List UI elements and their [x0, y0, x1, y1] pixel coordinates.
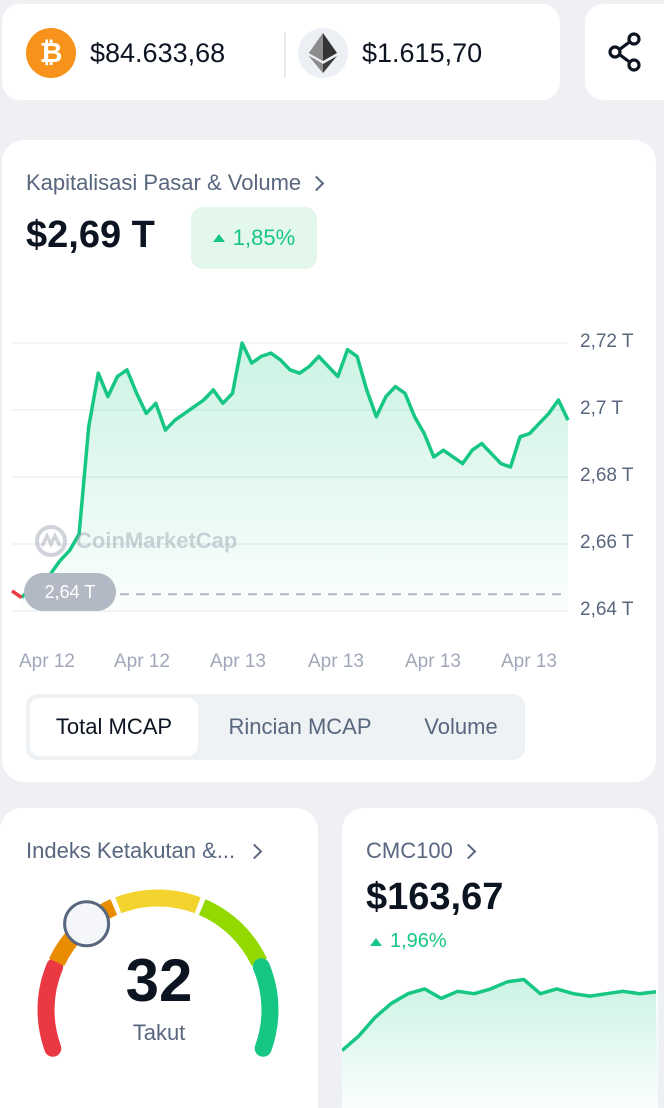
tab-volume[interactable]: Volume [402, 698, 520, 756]
x-tick: Apr 12 [19, 651, 75, 672]
tab-rincian-mcap[interactable]: Rincian MCAP [210, 698, 390, 756]
chevron-right-icon [308, 175, 325, 191]
y-tick: 2,66 T [580, 532, 634, 553]
fear-greed-value: 32 [125, 947, 193, 1014]
ethereum-icon [298, 28, 348, 78]
x-tick: Apr 13 [308, 651, 364, 672]
y-tick: 2,7 T [580, 398, 623, 419]
bitcoin-icon: ₿ [26, 28, 76, 78]
cmc100-value: $163,67 [366, 876, 504, 918]
cmc100-title[interactable]: CMC100 [366, 838, 477, 864]
price-ticker-bar[interactable]: ₿ $84.633,68 $1.615,70 [2, 4, 560, 100]
market-cap-title-text: Kapitalisasi Pasar & Volume [26, 170, 302, 195]
cmc100-change-text: 1,96% [390, 930, 447, 952]
coinmarketcap-logo-icon [35, 525, 67, 557]
coinmarketcap-watermark: CoinMarketCap [34, 524, 237, 558]
x-tick: Apr 13 [210, 651, 266, 672]
x-tick: Apr 13 [405, 651, 461, 672]
y-tick: 2,68 T [580, 465, 634, 486]
cmc100-area [342, 979, 658, 1108]
share-button[interactable] [585, 4, 664, 100]
ticker-divider [284, 32, 286, 78]
btc-ticker[interactable]: ₿ $84.633,68 [26, 28, 225, 78]
fear-greed-title[interactable]: Indeks Ketakutan &... [26, 838, 263, 864]
arrow-up-icon [212, 234, 225, 242]
chart-tab-group: Total MCAP Rincian MCAP Volume [26, 694, 525, 760]
gauge-indicator-knob [63, 900, 111, 948]
eth-price: $1.615,70 [362, 37, 483, 68]
x-tick: Apr 13 [501, 651, 557, 672]
share-icon [607, 32, 641, 72]
eth-ticker[interactable]: $1.615,70 [298, 28, 482, 78]
y-tick: 2,72 T [580, 331, 634, 352]
gauge-segment-neutral [115, 889, 201, 914]
market-cap-title[interactable]: Kapitalisasi Pasar & Volume [26, 170, 325, 196]
btc-price: $84.633,68 [90, 37, 226, 68]
arrow-up-icon [370, 937, 382, 946]
cmc100-chart [342, 977, 658, 1108]
y-tick: 2,64 T [580, 599, 634, 620]
fear-greed-label: Takut [132, 1020, 186, 1045]
chevron-right-icon [246, 843, 263, 859]
watermark-text: CoinMarketCap [76, 528, 238, 553]
baseline-label: 2,64 T [24, 573, 116, 611]
market-cap-change-text: 1,85% [232, 225, 296, 250]
fear-greed-title-text: Indeks Ketakutan &... [26, 838, 236, 863]
market-cap-change-badge: 1,85% [191, 207, 317, 269]
cmc100-change: 1,96% [370, 930, 447, 953]
market-cap-down-segment [10, 589, 23, 600]
x-tick: Apr 12 [114, 651, 170, 672]
cmc100-title-text: CMC100 [366, 838, 453, 863]
chevron-right-icon [460, 843, 477, 859]
market-cap-value: $2,69 T [26, 214, 155, 256]
tab-total-mcap[interactable]: Total MCAP [30, 698, 198, 756]
